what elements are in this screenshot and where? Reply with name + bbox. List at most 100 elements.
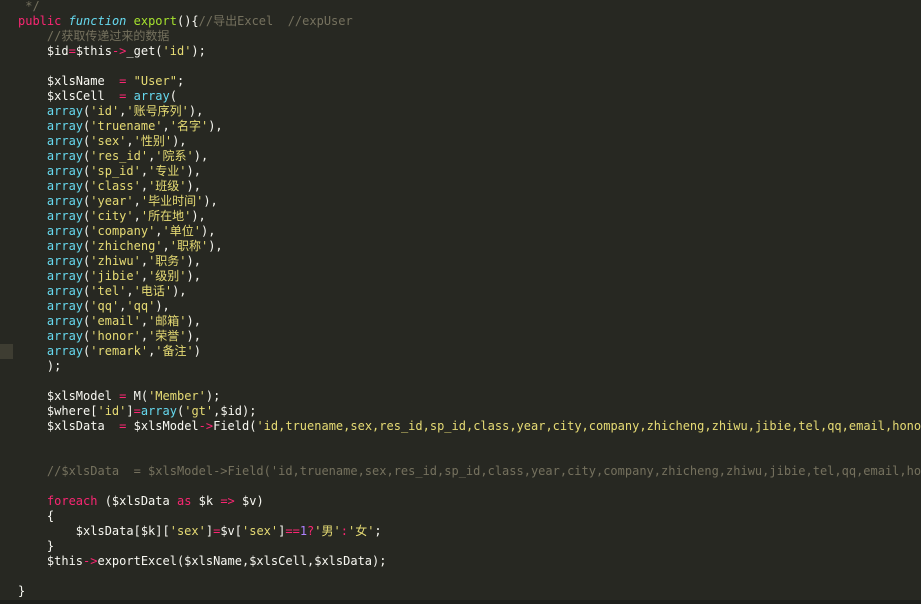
code-text: $xlsModel <box>18 389 120 403</box>
code-area[interactable]: */public function export(){//导出Excel //e… <box>18 0 921 599</box>
operator-token: -> <box>198 419 214 433</box>
keyword-token: foreach <box>46 494 98 508</box>
code-line[interactable]: array('tel','电话'), <box>18 284 921 299</box>
code-line[interactable]: $where['id']=array('gt',$id); <box>18 404 921 419</box>
code-line[interactable]: array('honor','荣誉'), <box>18 329 921 344</box>
code-line[interactable]: array('city','所在地'), <box>18 209 921 224</box>
code-line[interactable]: array('remark','备注') <box>18 344 921 359</box>
builtin-token: array <box>46 254 84 268</box>
string-token: 'id' <box>97 404 127 418</box>
code-line[interactable] <box>18 434 921 449</box>
code-line[interactable]: $xlsCell = array( <box>18 89 921 104</box>
code-line[interactable]: { <box>18 509 921 524</box>
operator-token: => <box>220 494 235 508</box>
string-token: 'honor' <box>90 329 141 343</box>
current-line-marker <box>0 344 13 359</box>
code-line[interactable]: } <box>18 539 921 554</box>
string-token: 'class' <box>90 179 141 193</box>
string-token: 'company' <box>90 224 156 238</box>
code-line[interactable]: $xlsData[$k]['sex']=$v['sex']==1?'男':'女'… <box>18 524 921 539</box>
code-line[interactable]: array('truename','名字'), <box>18 119 921 134</box>
builtin-token: array <box>46 284 84 298</box>
comment-token: //获取传递过来的数据 <box>46 29 170 43</box>
code-line[interactable] <box>18 479 921 494</box>
code-editor[interactable]: */public function export(){//导出Excel //e… <box>0 0 921 604</box>
code-text: Field( <box>213 419 257 433</box>
code-line[interactable]: $xlsData = $xlsModel->Field('id,truename… <box>18 419 921 434</box>
string-token: '备注' <box>155 344 194 358</box>
code-text: { <box>18 509 55 523</box>
string-token: 'sp_id' <box>90 164 141 178</box>
code-line[interactable]: ); <box>18 359 921 374</box>
string-token: 'sex' <box>169 524 206 538</box>
string-token: 'year' <box>90 194 134 208</box>
code-text: , <box>140 269 149 283</box>
code-line[interactable]: $this->exportExcel($xlsName,$xlsCell,$xl… <box>18 554 921 569</box>
code-line[interactable] <box>18 449 921 464</box>
code-text: $v) <box>234 494 264 508</box>
code-line[interactable]: array('email','邮箱'), <box>18 314 921 329</box>
code-text: $xlsName <box>18 74 120 88</box>
code-line[interactable]: $xlsName = "User"; <box>18 74 921 89</box>
code-line[interactable]: //获取传递过来的数据 <box>18 29 921 44</box>
builtin-token: array <box>46 194 84 208</box>
string-token: 'zhicheng' <box>90 239 163 253</box>
comment-token: //$xlsData = $xlsModel->Field('id,truena… <box>46 464 921 478</box>
code-line[interactable]: foreach ($xlsData as $k => $v) <box>18 494 921 509</box>
code-line[interactable]: array('id','账号序列'), <box>18 104 921 119</box>
string-token: '职务' <box>148 254 187 268</box>
code-line[interactable]: $id=$this->_get('id'); <box>18 44 921 59</box>
code-line[interactable]: public function export(){//导出Excel //exp… <box>18 14 921 29</box>
code-line[interactable]: array('company','单位'), <box>18 224 921 239</box>
code-line[interactable]: $xlsModel = M('Member'); <box>18 389 921 404</box>
code-text: , <box>162 239 170 253</box>
code-line[interactable] <box>18 59 921 74</box>
builtin-token: array <box>46 224 84 238</box>
code-line[interactable]: array('year','毕业时间'), <box>18 194 921 209</box>
code-line[interactable]: array('qq','qq'), <box>18 299 921 314</box>
code-line[interactable] <box>18 374 921 389</box>
code-line[interactable]: array('sp_id','专业'), <box>18 164 921 179</box>
code-text: (){ <box>176 14 199 28</box>
editor-bottom-edge <box>0 600 921 604</box>
builtin-token: array <box>46 209 84 223</box>
code-text: $xlsModel <box>126 419 199 433</box>
code-text: exportExcel($xlsName,$xlsCell,$xlsData); <box>97 554 387 568</box>
code-line[interactable]: */ <box>18 0 921 14</box>
code-text: , <box>133 209 141 223</box>
code-text: ($xlsData <box>97 494 177 508</box>
code-text: ); <box>205 389 221 403</box>
string-token: 'id,truename,sex,res_id,sp_id,class,year… <box>256 419 921 433</box>
code-text: ), <box>188 104 204 118</box>
number-token: 1 <box>299 524 308 538</box>
code-text: $this <box>18 554 84 568</box>
code-line[interactable]: array('jibie','级别'), <box>18 269 921 284</box>
code-line[interactable]: array('zhicheng','职称'), <box>18 239 921 254</box>
string-token: 'res_id' <box>90 149 149 163</box>
code-text: ); <box>18 359 62 373</box>
code-line[interactable]: //$xlsData = $xlsModel->Field('id,truena… <box>18 464 921 479</box>
code-line[interactable]: array('res_id','院系'), <box>18 149 921 164</box>
code-text: } <box>18 584 26 598</box>
string-token: '职称' <box>169 239 209 253</box>
code-line[interactable]: } <box>18 584 921 599</box>
operator-token: = <box>133 404 141 418</box>
builtin-token: array <box>46 239 84 253</box>
string-token: '院系' <box>155 149 194 163</box>
code-line[interactable]: array('zhiwu','职务'), <box>18 254 921 269</box>
code-text: $this <box>75 44 112 58</box>
code-line[interactable]: array('sex','性别'), <box>18 134 921 149</box>
code-line[interactable]: array('class','班级'), <box>18 179 921 194</box>
code-line[interactable] <box>18 569 921 584</box>
